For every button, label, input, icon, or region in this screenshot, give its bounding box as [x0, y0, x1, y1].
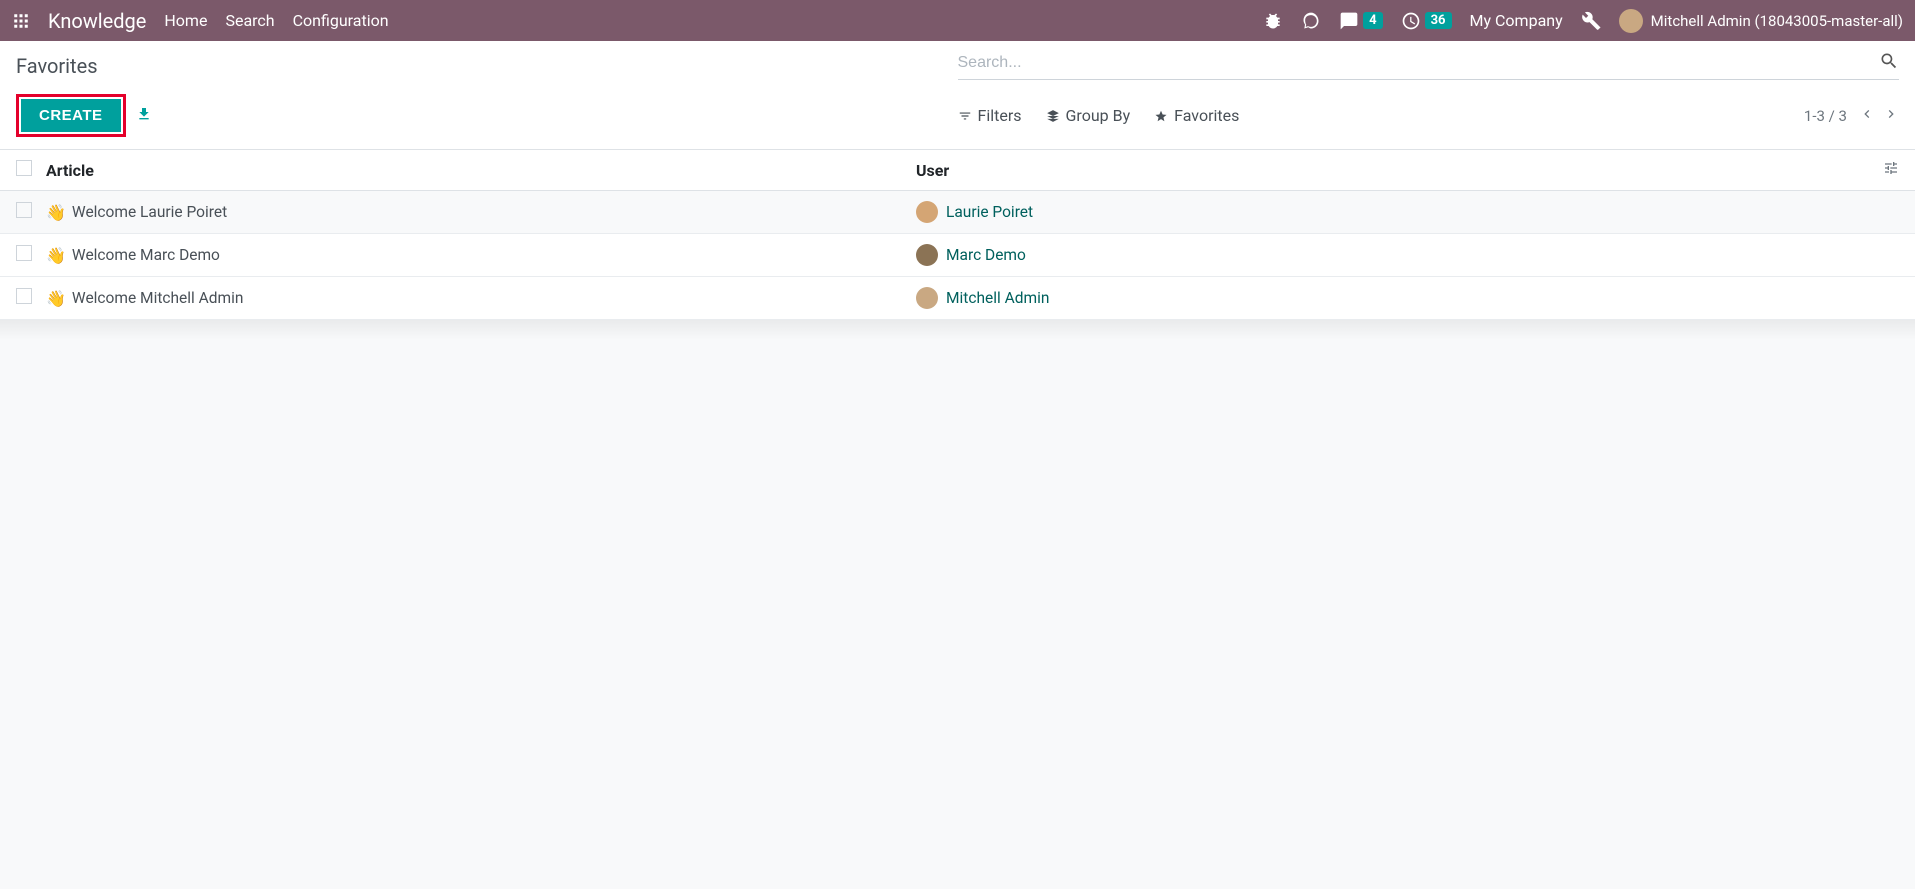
breadcrumb: Favorites — [16, 54, 98, 78]
wave-icon: 👋 — [46, 246, 66, 265]
brand-title[interactable]: Knowledge — [48, 9, 146, 33]
wave-icon: 👋 — [46, 289, 66, 308]
nav-search[interactable]: Search — [225, 11, 274, 30]
pager-next[interactable] — [1883, 106, 1899, 126]
search-input[interactable] — [958, 54, 1880, 72]
clock-icon — [1401, 11, 1421, 31]
article-title: Welcome Mitchell Admin — [72, 289, 244, 307]
user-menu[interactable]: Mitchell Admin (18043005-master-all) — [1619, 9, 1903, 33]
bug-icon[interactable] — [1263, 11, 1283, 31]
filters-label: Filters — [978, 106, 1022, 125]
favorites-label: Favorites — [1174, 106, 1239, 125]
user-link: Mitchell Admin — [946, 289, 1049, 307]
layers-icon — [1046, 109, 1060, 123]
user-avatar — [916, 244, 938, 266]
user-link: Laurie Poiret — [946, 203, 1033, 221]
create-button[interactable]: CREATE — [21, 99, 121, 132]
user-avatar — [916, 201, 938, 223]
user-cell[interactable]: Marc Demo — [916, 244, 1899, 266]
groupby-button[interactable]: Group By — [1046, 106, 1131, 125]
article-title: Welcome Marc Demo — [72, 246, 220, 264]
user-link: Marc Demo — [946, 246, 1026, 264]
top-navbar: Knowledge Home Search Configuration 4 36… — [0, 0, 1915, 41]
company-selector[interactable]: My Company — [1470, 11, 1563, 30]
pager-text[interactable]: 1-3 / 3 — [1804, 107, 1847, 125]
tools-icon[interactable] — [1581, 11, 1601, 31]
avatar — [1619, 9, 1643, 33]
article-title: Welcome Laurie Poiret — [72, 203, 227, 221]
select-all-checkbox[interactable] — [16, 160, 32, 176]
wave-icon: 👋 — [46, 203, 66, 222]
apps-icon[interactable] — [12, 12, 30, 30]
user-cell[interactable]: Laurie Poiret — [916, 201, 1899, 223]
data-table: Article User 👋 Welcome Laurie Poiret Laur… — [0, 150, 1915, 320]
user-avatar — [916, 287, 938, 309]
row-checkbox[interactable] — [16, 288, 32, 304]
header-user[interactable]: User — [916, 161, 1883, 180]
messages-button[interactable]: 4 — [1339, 11, 1382, 31]
pager-prev[interactable] — [1859, 106, 1875, 126]
nav-home[interactable]: Home — [164, 11, 207, 30]
table-row[interactable]: 👋 Welcome Mitchell Admin Mitchell Admin — [0, 277, 1915, 320]
article-cell: 👋 Welcome Marc Demo — [46, 246, 916, 265]
star-icon — [1154, 109, 1168, 123]
article-cell: 👋 Welcome Laurie Poiret — [46, 203, 916, 222]
user-name: Mitchell Admin (18043005-master-all) — [1651, 12, 1903, 30]
chevron-left-icon — [1859, 106, 1875, 122]
activities-badge: 36 — [1425, 12, 1452, 29]
header-article[interactable]: Article — [46, 161, 916, 180]
control-panel: Favorites CREATE Filters Group By — [0, 41, 1915, 150]
shadow — [0, 320, 1915, 340]
create-highlight: CREATE — [16, 94, 126, 137]
table-settings-icon[interactable] — [1883, 160, 1899, 180]
table-row[interactable]: 👋 Welcome Laurie Poiret Laurie Poiret — [0, 191, 1915, 234]
message-icon — [1339, 11, 1359, 31]
search-icon[interactable] — [1879, 51, 1899, 75]
row-checkbox[interactable] — [16, 245, 32, 261]
chevron-right-icon — [1883, 106, 1899, 122]
phone-icon[interactable] — [1301, 11, 1321, 31]
filter-icon — [958, 109, 972, 123]
export-icon[interactable] — [136, 106, 152, 126]
article-cell: 👋 Welcome Mitchell Admin — [46, 289, 916, 308]
filters-button[interactable]: Filters — [958, 106, 1022, 125]
groupby-label: Group By — [1066, 106, 1131, 125]
favorites-button[interactable]: Favorites — [1154, 106, 1239, 125]
row-checkbox[interactable] — [16, 202, 32, 218]
table-row[interactable]: 👋 Welcome Marc Demo Marc Demo — [0, 234, 1915, 277]
user-cell[interactable]: Mitchell Admin — [916, 287, 1899, 309]
activities-button[interactable]: 36 — [1401, 11, 1452, 31]
table-header: Article User — [0, 150, 1915, 191]
nav-configuration[interactable]: Configuration — [293, 11, 389, 30]
messages-badge: 4 — [1363, 12, 1382, 29]
